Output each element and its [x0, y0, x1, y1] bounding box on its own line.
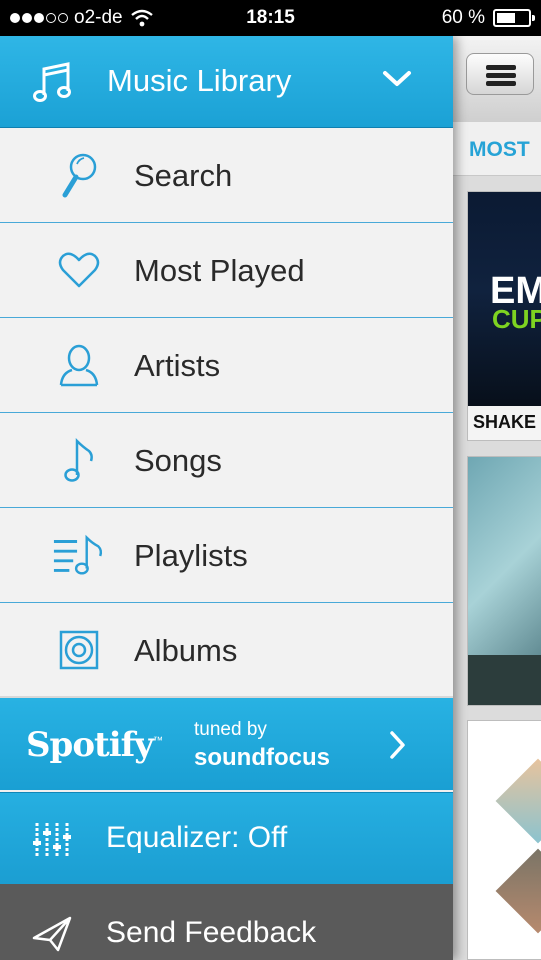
- spotify-row[interactable]: Spotify™ tuned by soundfocus: [0, 696, 453, 790]
- battery-icon: [493, 9, 535, 27]
- menu-item-songs[interactable]: Songs: [0, 413, 453, 508]
- paper-plane-icon: [32, 916, 72, 952]
- chevron-down-icon[interactable]: [382, 69, 412, 89]
- menu-item-artists[interactable]: Artists: [0, 318, 453, 413]
- album-icon: [52, 625, 106, 675]
- menu-item-most-played[interactable]: Most Played: [0, 223, 453, 318]
- music-note-icon: [52, 435, 106, 485]
- equalizer-icon: [33, 823, 71, 857]
- background-tabbar: MOST: [453, 122, 541, 176]
- send-feedback-row[interactable]: Send Feedback: [0, 884, 453, 960]
- menu-item-label: Search: [134, 158, 233, 193]
- spotify-tm: ™: [153, 735, 163, 747]
- playlist-icon: [52, 530, 106, 580]
- menu-item-playlists[interactable]: Playlists: [0, 508, 453, 603]
- chevron-right-icon: [390, 731, 405, 759]
- side-menu: Music Library Search Most Played Artists…: [0, 36, 453, 960]
- background-toolbar: [453, 36, 541, 122]
- background-app: MOST EM CUP SHAKE: [453, 36, 541, 960]
- album-card[interactable]: [467, 720, 541, 960]
- menu-item-label: Albums: [134, 633, 238, 668]
- send-feedback-label: Send Feedback: [106, 916, 317, 949]
- status-bar: o2-de 18:15 60 %: [0, 0, 541, 36]
- battery-percent: 60 %: [441, 7, 485, 28]
- album-card-subtitle: CUP: [492, 304, 541, 334]
- menu-item-search[interactable]: Search: [0, 128, 453, 223]
- equalizer-label: Equalizer: Off: [106, 821, 288, 854]
- music-library-header[interactable]: Music Library: [0, 36, 453, 128]
- menu-item-label: Songs: [134, 443, 222, 478]
- tab-most[interactable]: MOST: [469, 138, 530, 162]
- menu-item-albums[interactable]: Albums: [0, 603, 453, 698]
- heart-icon: [52, 245, 106, 295]
- menu-header-title: Music Library: [107, 63, 292, 98]
- person-icon: [52, 340, 106, 390]
- status-right: 60 %: [441, 7, 535, 29]
- menu-item-label: Artists: [134, 348, 221, 383]
- equalizer-row[interactable]: Equalizer: Off: [0, 792, 453, 884]
- album-card[interactable]: EM CUP SHAKE: [467, 191, 541, 441]
- menu-list: Search Most Played Artists Songs Playlis…: [0, 128, 453, 698]
- menu-item-label: Most Played: [134, 253, 305, 288]
- music-notes-icon: [33, 62, 71, 102]
- album-card[interactable]: [467, 456, 541, 706]
- hamburger-menu-button[interactable]: [466, 53, 534, 95]
- album-card-caption: SHAKE: [468, 406, 541, 440]
- menu-item-label: Playlists: [134, 538, 248, 573]
- tuned-by-label: tuned by: [194, 719, 267, 740]
- search-icon: [52, 150, 106, 200]
- spotify-logo-text: Spotify: [26, 725, 154, 765]
- spotify-logo: Spotify™: [26, 725, 163, 765]
- soundfocus-brand: soundfocus: [194, 744, 330, 771]
